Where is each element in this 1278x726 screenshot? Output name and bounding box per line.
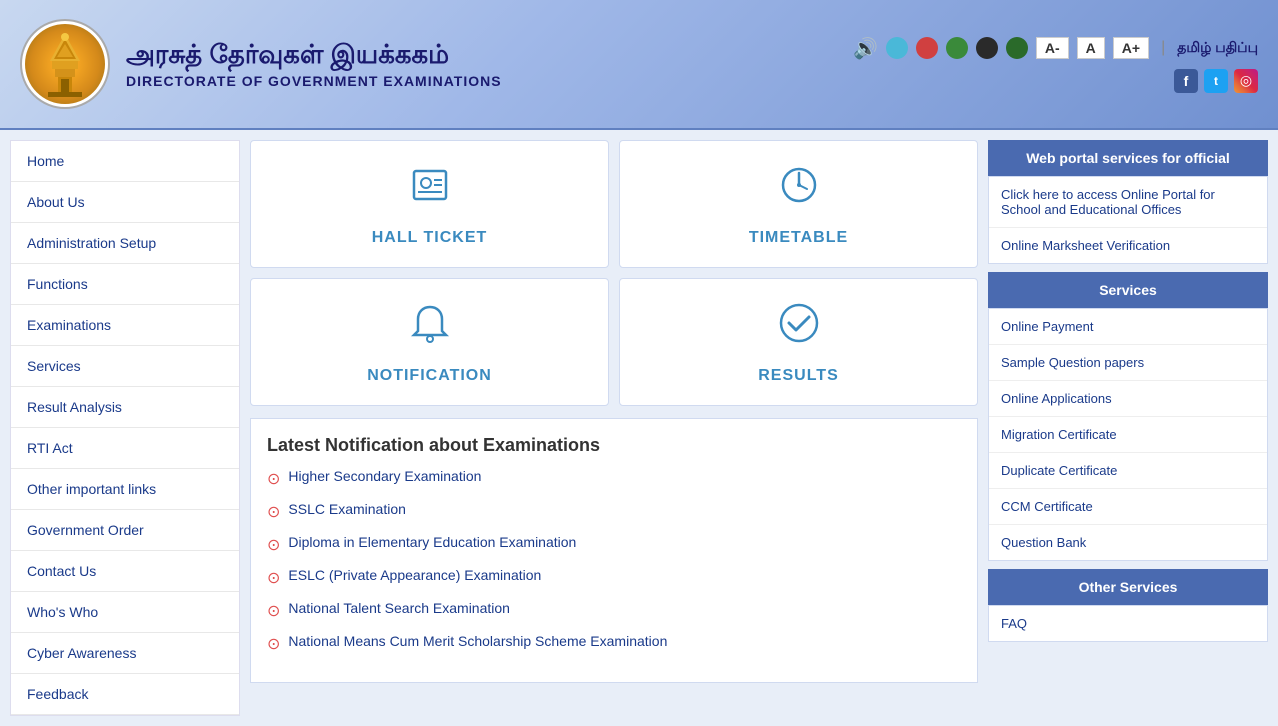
color-btn-darkgreen[interactable]: [1006, 37, 1028, 59]
notification-link[interactable]: National Talent Search Examination: [288, 600, 510, 616]
services-body: Online PaymentSample Question papersOnli…: [988, 308, 1268, 561]
service-link[interactable]: Migration Certificate: [989, 417, 1267, 453]
service-link[interactable]: Duplicate Certificate: [989, 453, 1267, 489]
web-portal-link[interactable]: Online Marksheet Verification: [989, 228, 1267, 263]
other-services-body: FAQ: [988, 605, 1268, 642]
instagram-icon[interactable]: ◎: [1234, 69, 1258, 93]
notification-bullet-icon: ⊙: [267, 469, 280, 489]
notification-bullet-icon: ⊙: [267, 568, 280, 588]
results-label: RESULTS: [758, 367, 838, 385]
web-portal-header: Web portal services for official: [988, 140, 1268, 176]
sidebar-item-home[interactable]: Home: [11, 141, 239, 182]
title-english: DIRECTORATE OF GOVERNMENT EXAMINATIONS: [126, 73, 502, 89]
sidebar-item-whos-who[interactable]: Who's Who: [11, 592, 239, 633]
sidebar-item-rti-act[interactable]: RTI Act: [11, 428, 239, 469]
logo-emblem: [25, 24, 105, 104]
notifications-list: ⊙ Higher Secondary Examination ⊙ SSLC Exami…: [267, 468, 961, 654]
color-btn-black[interactable]: [976, 37, 998, 59]
header-left: அரசுத் தேர்வுகள் இயக்ககம் DIRECTORATE OF…: [20, 19, 502, 109]
logo: [20, 19, 110, 109]
header-title: அரசுத் தேர்வுகள் இயக்ககம் DIRECTORATE OF…: [126, 39, 502, 89]
font-large-button[interactable]: A+: [1113, 37, 1149, 59]
notifications-section: Latest Notification about Examinations ⊙…: [250, 418, 978, 683]
web-portal-link[interactable]: Click here to access Online Portal for S…: [989, 177, 1267, 228]
notification-item: ⊙ National Talent Search Examination: [267, 600, 961, 621]
notification-item: ⊙ Diploma in Elementary Education Examina…: [267, 534, 961, 555]
header-right: 🔊 A- A A+ | தமிழ் பதிப்பு f t ◎: [853, 36, 1258, 93]
notification-bullet-icon: ⊙: [267, 502, 280, 522]
header: அரசுத் தேர்வுகள் இயக்ககம் DIRECTORATE OF…: [0, 0, 1278, 130]
social-icons: f t ◎: [1174, 69, 1258, 93]
sidebar: HomeAbout UsAdministration SetupFunction…: [10, 140, 240, 716]
other-services-header: Other Services: [988, 569, 1268, 605]
other-service-link[interactable]: FAQ: [989, 606, 1267, 641]
notification-label: NOTIFICATION: [367, 367, 492, 385]
notification-item: ⊙ ESLC (Private Appearance) Examination: [267, 567, 961, 588]
title-tamil: அரசுத் தேர்வுகள் இயக்ககம்: [126, 39, 502, 73]
tamil-print-link[interactable]: தமிழ் பதிப்பு: [1177, 39, 1258, 58]
color-btn-blue[interactable]: [886, 37, 908, 59]
web-portal-section: Web portal services for official Click h…: [988, 140, 1268, 268]
sidebar-item-government-order[interactable]: Government Order: [11, 510, 239, 551]
service-link[interactable]: Sample Question papers: [989, 345, 1267, 381]
twitter-icon[interactable]: t: [1204, 69, 1228, 93]
service-link[interactable]: CCM Certificate: [989, 489, 1267, 525]
hall-ticket-icon: [406, 161, 454, 219]
hall-ticket-label: HALL TICKET: [372, 229, 488, 247]
notification-bullet-icon: ⊙: [267, 535, 280, 555]
notification-link[interactable]: National Means Cum Merit Scholarship Sch…: [288, 633, 667, 649]
card-notification[interactable]: NOTIFICATION: [250, 278, 609, 406]
facebook-icon[interactable]: f: [1174, 69, 1198, 93]
services-widget: Services Online PaymentSample Question p…: [988, 272, 1268, 565]
notification-bullet-icon: ⊙: [267, 634, 280, 654]
notifications-title: Latest Notification about Examinations: [267, 435, 961, 456]
sidebar-item-about-us[interactable]: About Us: [11, 182, 239, 223]
font-normal-button[interactable]: A: [1077, 37, 1105, 59]
service-link[interactable]: Online Applications: [989, 381, 1267, 417]
header-controls: 🔊 A- A A+ | தமிழ் பதிப்பு: [853, 36, 1258, 61]
notification-item: ⊙ Higher Secondary Examination: [267, 468, 961, 489]
center-content: HALL TICKETTIMETABLENOTIFICATIONRESULTS …: [250, 140, 978, 716]
notification-link[interactable]: ESLC (Private Appearance) Examination: [288, 567, 541, 583]
notification-item: ⊙ National Means Cum Merit Scholarship Sc…: [267, 633, 961, 654]
color-btn-red[interactable]: [916, 37, 938, 59]
notification-link[interactable]: Diploma in Elementary Education Examinat…: [288, 534, 576, 550]
sidebar-item-examinations[interactable]: Examinations: [11, 305, 239, 346]
service-link[interactable]: Question Bank: [989, 525, 1267, 560]
sidebar-item-contact-us[interactable]: Contact Us: [11, 551, 239, 592]
notification-link[interactable]: Higher Secondary Examination: [288, 468, 481, 484]
sidebar-item-administration-setup[interactable]: Administration Setup: [11, 223, 239, 264]
sidebar-item-cyber-awareness[interactable]: Cyber Awareness: [11, 633, 239, 674]
sound-icon[interactable]: 🔊: [853, 36, 878, 61]
main-container: HomeAbout UsAdministration SetupFunction…: [0, 130, 1278, 726]
notification-bullet-icon: ⊙: [267, 601, 280, 621]
timetable-label: TIMETABLE: [749, 229, 848, 247]
results-icon: [775, 299, 823, 357]
notification-icon: [406, 299, 454, 357]
card-timetable[interactable]: TIMETABLE: [619, 140, 978, 268]
notification-item: ⊙ SSLC Examination: [267, 501, 961, 522]
notification-link[interactable]: SSLC Examination: [288, 501, 406, 517]
service-link[interactable]: Online Payment: [989, 309, 1267, 345]
font-small-button[interactable]: A-: [1036, 37, 1069, 59]
sidebar-item-functions[interactable]: Functions: [11, 264, 239, 305]
cards-grid: HALL TICKET TIMETABLE NOTIFICATION RESULTS: [250, 140, 978, 406]
card-results[interactable]: RESULTS: [619, 278, 978, 406]
sidebar-item-other-important-links[interactable]: Other important links: [11, 469, 239, 510]
right-panel: Web portal services for official Click h…: [988, 140, 1268, 716]
services-header: Services: [988, 272, 1268, 308]
sidebar-item-feedback[interactable]: Feedback: [11, 674, 239, 715]
timetable-icon: [775, 161, 823, 219]
sidebar-item-services[interactable]: Services: [11, 346, 239, 387]
color-btn-green[interactable]: [946, 37, 968, 59]
web-portal-body: Click here to access Online Portal for S…: [988, 176, 1268, 264]
card-hall-ticket[interactable]: HALL TICKET: [250, 140, 609, 268]
sidebar-item-result-analysis[interactable]: Result Analysis: [11, 387, 239, 428]
other-services-widget: Other Services FAQ: [988, 569, 1268, 646]
